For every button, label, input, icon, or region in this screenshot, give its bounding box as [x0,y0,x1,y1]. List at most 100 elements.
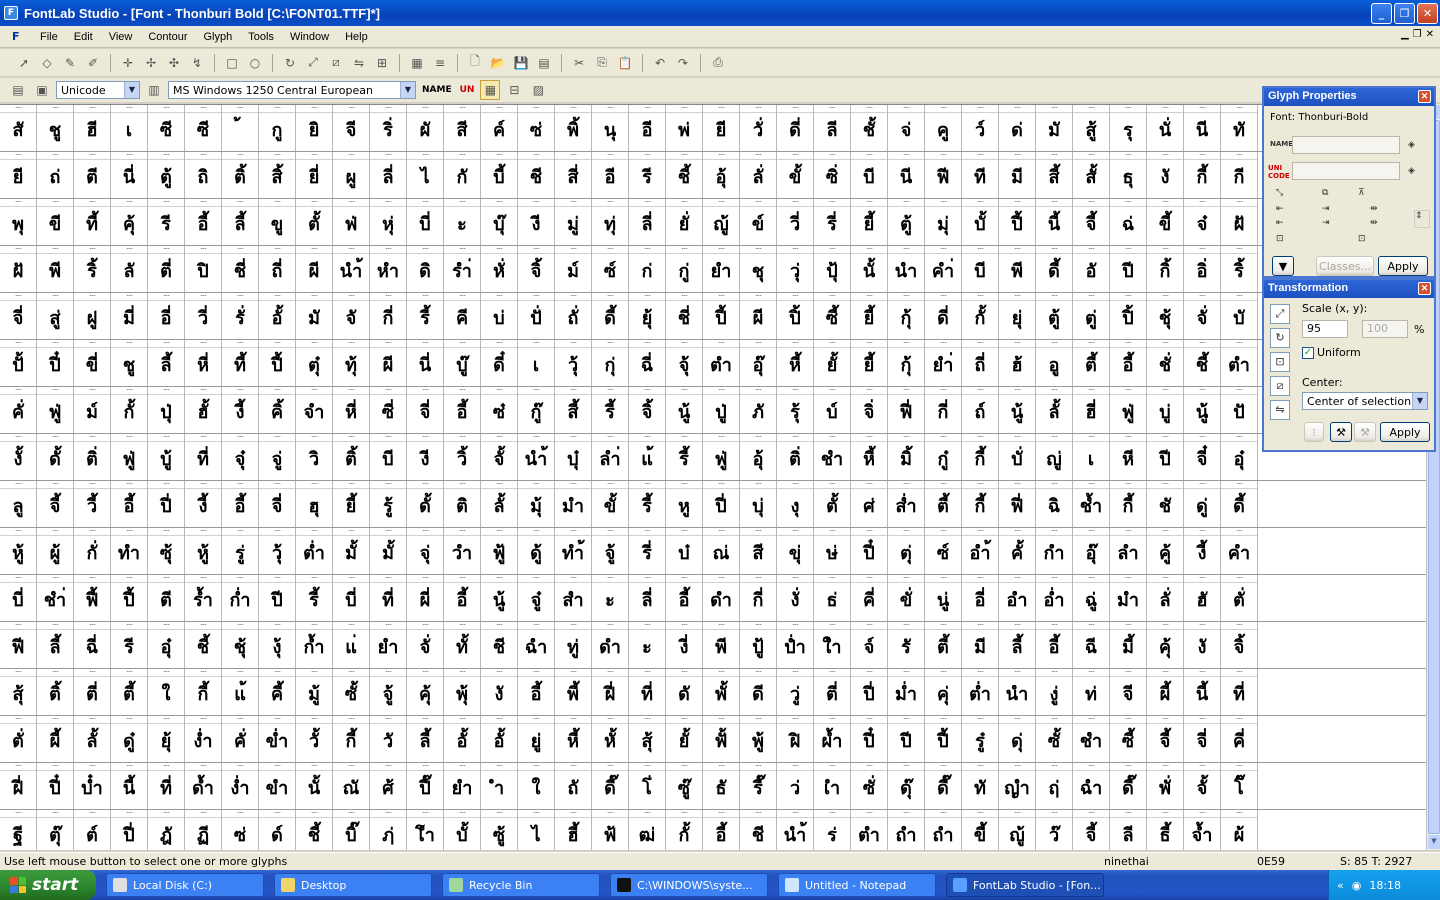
glyph-cell[interactable]: - - - สี้ [1036,152,1073,198]
glyph-cell[interactable]: - - - สุ้ [0,669,37,715]
glyph-cell[interactable]: - - - ปี [888,716,925,762]
glyph-cell[interactable]: - - - จู๋ [518,575,555,621]
glyph-cell[interactable]: - - - ช้ำ [1073,481,1110,527]
glyph-cell[interactable]: - - - ลี้ [407,716,444,762]
glyph-cell[interactable]: - - - ยี้ [333,481,370,527]
glyph-cell[interactable]: - - - ฟู้ [481,528,518,574]
glyph-cell[interactable]: - - - ปี [1110,246,1147,292]
glyph-cell[interactable]: - - - ซู้ [481,810,518,850]
glyph-cell[interactable]: - - - รี่ [629,528,666,574]
glyph-cell[interactable]: - - - ลี้ [37,622,74,668]
glyph-cell[interactable]: - - - ตู้ [888,199,925,245]
glyph-cell[interactable]: - - - พั้ [703,669,740,715]
glyph-cell[interactable]: - - - ซิ่ [814,152,851,198]
glyph-cell[interactable]: - - - ฉี [1073,622,1110,668]
undo-icon[interactable]: ↶ [650,53,670,73]
glyph-cell[interactable]: - - - มั [1036,105,1073,151]
glyph-cell[interactable]: - - - ปี่ [703,481,740,527]
glyph-cell[interactable]: - - - จี้ [37,481,74,527]
glyph-cell[interactable]: - - - ตู่ [1073,293,1110,339]
glyph-cell[interactable]: - - - ฮั [1184,575,1221,621]
glyph-cell[interactable]: - - - พี [703,622,740,668]
glyph-cell[interactable]: - - - ม์ [555,246,592,292]
glyph-cell[interactable]: - - - พี [999,246,1036,292]
glyph-cell[interactable]: - - - คุ้ [111,199,148,245]
glyph-cell[interactable]: - - - คิ้ [259,387,296,433]
glyph-name-field[interactable] [1292,136,1400,154]
glyph-cell[interactable]: - - - ผี้ [1147,669,1184,715]
glyph-cell[interactable]: - - -ใ [148,669,185,715]
glyph-cell[interactable]: - - - ปิ้ [777,293,814,339]
glyph-cell[interactable]: - - -เ [1073,434,1110,480]
glyph-cell[interactable]: - - - ขุ่ [777,528,814,574]
glyph-cell[interactable]: - - - ยี [0,152,37,198]
glyph-cell[interactable]: - - - จู่ [259,434,296,480]
glyph-cell[interactable]: - - - ถ่ [37,152,74,198]
pencil-tool-icon[interactable]: ✐ [83,53,103,73]
save-all-icon[interactable]: ▤ [534,53,554,73]
glyph-cell[interactable]: - - - สู่ [37,293,74,339]
glyph-cell[interactable]: - - - ต่ำ [962,669,999,715]
glyph-cell[interactable]: - - - ทั [1221,105,1258,151]
glyph-cell[interactable]: - - - ก้ำ [296,622,333,668]
glyph-cell[interactable]: - - - ขั่ [888,575,925,621]
glyph-cell[interactable]: - - - ธั [703,763,740,809]
glyph-cell[interactable]: - - - ปี้ [999,199,1036,245]
glyph-cell[interactable]: - - - ฮุ [296,481,333,527]
glyph-cell[interactable]: - - - บี่ [407,199,444,245]
glyph-cell[interactable]: - - - จิ่ [851,387,888,433]
glyph-cell[interactable]: - - - ติ่ [74,434,111,480]
glyph-cell[interactable]: - - - รี [111,622,148,668]
spin-icon[interactable]: ⇕ [1414,210,1430,228]
glyph-cell[interactable]: - - - จู้ [370,669,407,715]
glyph-cell[interactable]: - - - ตำ [703,340,740,386]
glyph-cell[interactable]: - - - งั [1184,622,1221,668]
glyph-cell[interactable]: - - - ปี่ [148,481,185,527]
glyph-cell[interactable]: - - - งี [518,199,555,245]
glyph-cell[interactable]: - - -ไ [518,810,555,850]
glyph-cell[interactable]: - - - รี๊ [740,763,777,809]
cut-icon[interactable]: ✂ [569,53,589,73]
glyph-cell[interactable]: - - - ปี๊ [407,763,444,809]
glyph-cell[interactable]: - - - นี่ [407,340,444,386]
glyph-cell[interactable]: - - - อุ้ [740,434,777,480]
glyph-cell[interactable]: - - - จุ่ [407,528,444,574]
glyph-cell[interactable]: - - - ที้ [74,199,111,245]
glyph-cell[interactable]: - - - ฟู่ [37,387,74,433]
glyph-cell[interactable]: - - - งี้ [222,387,259,433]
glyph-cell[interactable]: - - - จั้ [481,434,518,480]
glyph-cell[interactable]: - - - จั [333,293,370,339]
glyph-cell[interactable]: - - -เ [518,340,555,386]
glyph-cell[interactable]: - - - ถั [555,763,592,809]
glyph-cell[interactable]: - - - ฉี่ [74,622,111,668]
glyph-cell[interactable]: - - - หั้ [592,716,629,762]
glyph-cell[interactable]: - - - ชี่ [222,246,259,292]
glyph-cell[interactable]: - - - ตำ [1221,340,1258,386]
glyph-cell[interactable]: - - - ขี [37,199,74,245]
glyph-cell[interactable]: - - -เ [111,105,148,151]
glyph-cell[interactable]: - - - กู๊ [518,387,555,433]
codepage-mode-icon[interactable]: ▥ [144,80,164,100]
glyph-cell[interactable]: - - - วั [370,716,407,762]
glyph-cell[interactable]: - - - รี้ [629,481,666,527]
task-command-prompt[interactable]: C:\WINDOWS\syste... [610,873,768,897]
glyph-cell[interactable]: - - - หุ่ [370,199,407,245]
glyph-cell[interactable]: - - - ซ่ [518,105,555,151]
glyph-cell[interactable]: - - - ตี้ [925,481,962,527]
glyph-cell[interactable]: - - - ปี๋ [851,716,888,762]
glyph-cell[interactable]: - - - ฟี [0,622,37,668]
glyph-cell[interactable]: - - - ฮั้ [185,387,222,433]
glyph-cell[interactable]: - - - ทำ้ [555,528,592,574]
glyph-cell[interactable]: - - - ดี่ [925,293,962,339]
glyph-cell[interactable]: - - - ดั้ [37,434,74,480]
index-view-icon[interactable]: ⊟ [504,80,524,100]
glyph-cell[interactable]: - - - ผู [333,152,370,198]
glyph-cell[interactable]: - - - ต่ำ [296,528,333,574]
uniform-checkbox[interactable]: ✓ [1302,346,1314,359]
mdi-minimize-icon[interactable]: ▁ [1401,29,1409,40]
glyph-cell[interactable]: - - - บุ๋ [555,434,592,480]
glyph-cell[interactable]: - - - ชั [1147,481,1184,527]
glyph-cell[interactable]: - - - ขี่ [74,340,111,386]
close-button[interactable]: ✕ [1417,3,1438,24]
glyph-cell[interactable]: - - - กู่ [666,246,703,292]
